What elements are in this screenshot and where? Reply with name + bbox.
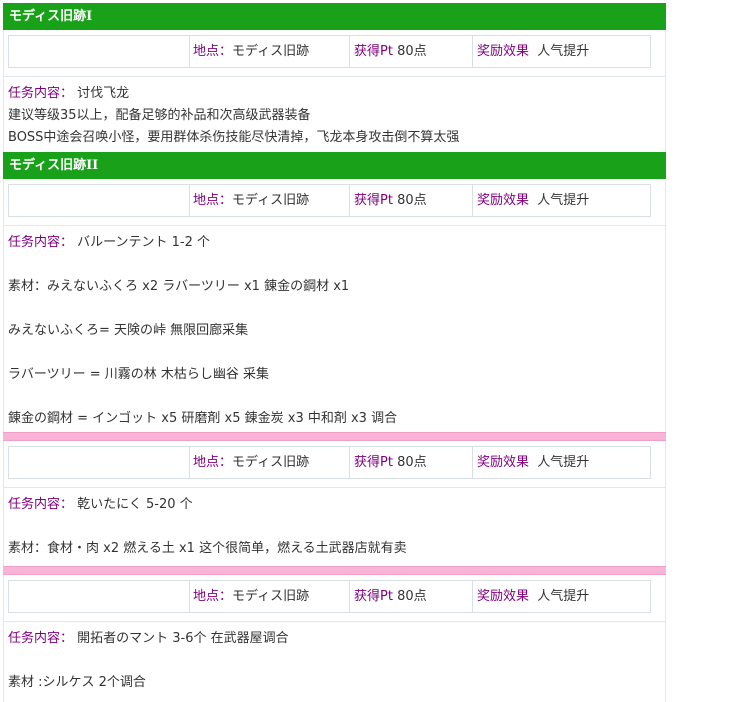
place-value: モディス旧跡 [232, 44, 310, 59]
reward-value: 人气提升 [537, 193, 590, 208]
section-divider [3, 566, 666, 575]
task-label: 任务内容： [8, 497, 74, 512]
quest-list: モディス旧跡I 地点：モディス旧跡 获得Pt 80点 奖励效果 人气提升 任务内… [3, 3, 666, 702]
section-title: モディス旧跡II [3, 152, 666, 179]
info-row: 地点：モディス旧跡 获得Pt 80点 奖励效果 人气提升 [3, 441, 666, 488]
info-table: 地点：モディス旧跡 获得Pt 80点 奖励效果 人气提升 [8, 184, 651, 217]
reward-value: 人气提升 [537, 589, 590, 604]
task-label: 任务内容： [8, 631, 74, 646]
pt-value: 80点 [397, 455, 427, 470]
section-title: モディス旧跡I [3, 3, 666, 30]
pt-value: 80点 [397, 44, 427, 59]
reward-label: 奖励效果 [477, 589, 530, 604]
place-label: 地点： [193, 589, 233, 604]
task-value: バルーンテント 1-2 个 [77, 235, 211, 250]
place-label: 地点： [193, 44, 233, 59]
place-cell: 地点：モディス旧跡 [190, 581, 350, 612]
info-empty-cell [9, 185, 190, 216]
task-line: 任务内容： バルーンテント 1-2 个 [8, 232, 665, 254]
reward-label: 奖励效果 [477, 44, 530, 59]
pt-label: 获得Pt [354, 193, 393, 208]
reward-cell: 奖励效果 人气提升 [473, 36, 650, 67]
task-value: 乾いたにく 5-20 个 [77, 497, 193, 512]
place-cell: 地点：モディス旧跡 [190, 36, 350, 67]
reward-cell: 奖励效果 人气提升 [473, 185, 650, 216]
pt-cell: 获得Pt 80点 [350, 36, 473, 67]
task-line: 任务内容： 讨伐飞龙 [8, 83, 665, 105]
place-cell: 地点：モディス旧跡 [190, 185, 350, 216]
pt-value: 80点 [397, 589, 427, 604]
task-value: 讨伐飞龙 [77, 86, 130, 101]
section-divider [3, 432, 666, 441]
pt-cell: 获得Pt 80点 [350, 447, 473, 478]
detail-line: 素材：食材・肉 x2 燃える土 x1 这个很简单，燃える土武器店就有卖 [8, 541, 407, 556]
info-table: 地点：モディス旧跡 获得Pt 80点 奖励效果 人气提升 [8, 580, 651, 613]
place-cell: 地点：モディス旧跡 [190, 447, 350, 478]
task-line: 任务内容： 乾いたにく 5-20 个 [8, 494, 665, 516]
info-empty-cell [9, 36, 190, 67]
info-row: 地点：モディス旧跡 获得Pt 80点 奖励效果 人气提升 [3, 179, 666, 226]
pt-label: 获得Pt [354, 44, 393, 59]
detail-line: BOSS中途会召唤小怪，要用群体杀伤技能尽快清掉，飞龙本身攻击倒不算太强 [8, 130, 460, 145]
place-label: 地点： [193, 193, 233, 208]
pt-label: 获得Pt [354, 455, 393, 470]
place-value: モディス旧跡 [232, 589, 310, 604]
place-value: モディス旧跡 [232, 455, 310, 470]
reward-cell: 奖励效果 人气提升 [473, 447, 650, 478]
info-row: 地点：モディス旧跡 获得Pt 80点 奖励效果 人气提升 [3, 30, 666, 77]
task-content: 任务内容： 開拓者のマント 3-6个 在武器屋调合 素材 :シルケス 2个调合 [3, 622, 666, 702]
reward-value: 人气提升 [537, 455, 590, 470]
info-table: 地点：モディス旧跡 获得Pt 80点 奖励效果 人气提升 [8, 35, 651, 68]
pt-cell: 获得Pt 80点 [350, 185, 473, 216]
task-line: 任务内容： 開拓者のマント 3-6个 在武器屋调合 [8, 628, 665, 650]
info-empty-cell [9, 447, 190, 478]
info-empty-cell [9, 581, 190, 612]
reward-label: 奖励效果 [477, 455, 530, 470]
detail-line: 素材 :シルケス 2个调合 [8, 675, 146, 690]
detail-line: 素材：みえないふくろ x2 ラバーツリー x1 錬金の鋼材 x1 [8, 279, 350, 294]
detail-line: ラバーツリー = 川霧の林 木枯らし幽谷 采集 [8, 367, 270, 382]
task-content: 任务内容： バルーンテント 1-2 个 素材：みえないふくろ x2 ラバーツリー… [3, 226, 666, 432]
reward-label: 奖励效果 [477, 193, 530, 208]
task-content: 任务内容： 乾いたにく 5-20 个 素材：食材・肉 x2 燃える土 x1 这个… [3, 488, 666, 566]
pt-cell: 获得Pt 80点 [350, 581, 473, 612]
task-label: 任务内容： [8, 235, 74, 250]
detail-line: 錬金の鋼材 = インゴット x5 研磨剤 x5 錬金炭 x3 中和剤 x3 调合 [8, 411, 398, 426]
task-content: 任务内容： 讨伐飞龙 建议等级35以上，配备足够的补品和次高级武器装备 BOSS… [3, 77, 666, 152]
task-value: 開拓者のマント 3-6个 在武器屋调合 [77, 631, 289, 646]
detail-line: みえないふくろ= 天険の峠 無限回廊采集 [8, 323, 249, 338]
info-row: 地点：モディス旧跡 获得Pt 80点 奖励效果 人气提升 [3, 575, 666, 622]
place-value: モディス旧跡 [232, 193, 310, 208]
info-table: 地点：モディス旧跡 获得Pt 80点 奖励效果 人气提升 [8, 446, 651, 479]
reward-cell: 奖励效果 人气提升 [473, 581, 650, 612]
pt-label: 获得Pt [354, 589, 393, 604]
detail-line: 建议等级35以上，配备足够的补品和次高级武器装备 [8, 108, 311, 123]
reward-value: 人气提升 [537, 44, 590, 59]
pt-value: 80点 [397, 193, 427, 208]
task-label: 任务内容： [8, 86, 74, 101]
place-label: 地点： [193, 455, 233, 470]
